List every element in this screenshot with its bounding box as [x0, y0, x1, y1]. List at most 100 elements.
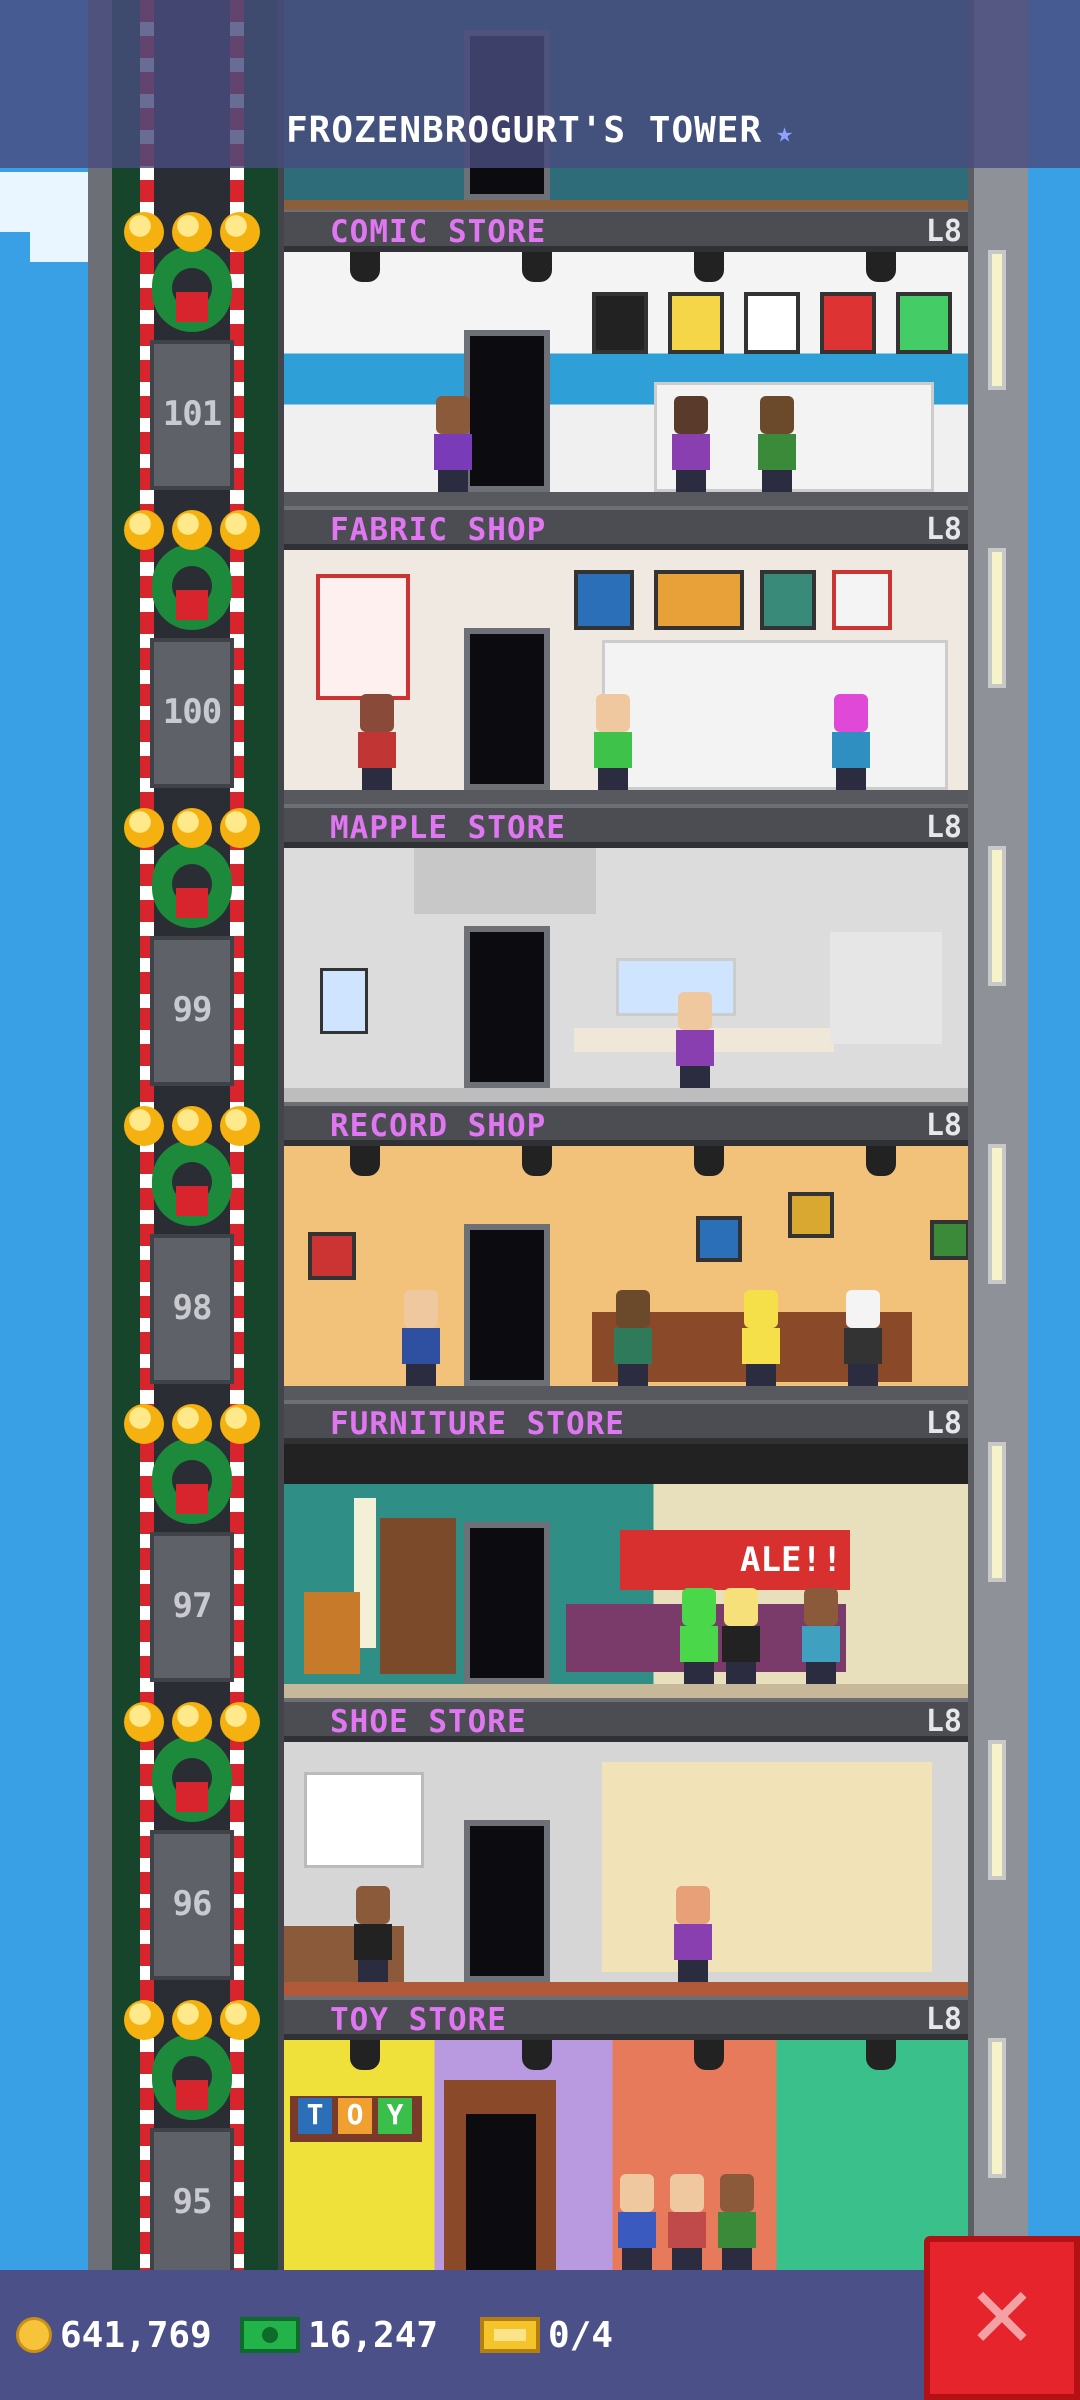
floor-name: FABRIC SHOP [330, 512, 547, 548]
star-icon [124, 808, 164, 848]
armchair [304, 1592, 360, 1674]
ceiling-lamp [522, 1146, 552, 1176]
star-icon [172, 510, 212, 550]
star-icon [220, 1702, 260, 1742]
bitizen-worker [672, 992, 718, 1088]
bux-icon [240, 2317, 300, 2353]
toy-letter: O [338, 2098, 372, 2134]
floor-level: L8 [925, 1406, 962, 1441]
comic-poster [744, 292, 800, 354]
bitizen-customer [668, 396, 714, 492]
coins-stat[interactable]: 641,769 [16, 2298, 212, 2372]
resource-bar: 641,769 16,247 0/4 [0, 2270, 1080, 2400]
floor-ground [284, 790, 968, 804]
elevator-car[interactable]: 100 [150, 638, 234, 788]
room-comic-store [284, 252, 968, 506]
door [464, 628, 550, 790]
elevator-floor-number: 96 [172, 1884, 213, 1924]
bitizen-worker [350, 1886, 396, 1982]
toy-letter: Y [378, 2098, 412, 2134]
room-fabric-store [284, 550, 968, 804]
record-poster [788, 1192, 834, 1238]
rail-light [988, 548, 1006, 688]
wreath-decoration [124, 1106, 260, 1230]
door [464, 330, 550, 492]
toy-letter: T [298, 2098, 332, 2134]
floor-toy-store[interactable]: TOY STORE L8 T O Y [284, 2000, 968, 2298]
ceiling-lamp [694, 2040, 724, 2070]
floor-name: COMIC STORE [330, 214, 547, 250]
tickets-stat[interactable]: 0/4 [480, 2298, 613, 2372]
bitizen-worker [610, 1290, 656, 1386]
floor-record-shop[interactable]: RECORD SHOP L8 [284, 1106, 968, 1404]
floor-shoe-store[interactable]: SHOE STORE L8 [284, 1702, 968, 2000]
fabric-swatch [760, 570, 816, 630]
star-icon [124, 212, 164, 252]
star-icon [220, 1106, 260, 1146]
floor-ground [284, 492, 968, 506]
elevator-floor-number: 95 [172, 2182, 213, 2222]
elevator-car[interactable]: 101 [150, 340, 234, 490]
room-toy-store: T O Y [284, 2040, 968, 2270]
star-icon [172, 1404, 212, 1444]
fabric-swatch [574, 570, 634, 630]
floor-sign: COMIC STORE L8 [284, 212, 968, 252]
star-icon [124, 1404, 164, 1444]
bitizen-customer [398, 1290, 444, 1386]
comic-poster [820, 292, 876, 354]
elevator-floor-number: 98 [172, 1288, 213, 1328]
bitizen-customer [714, 2174, 760, 2270]
star-icon [172, 808, 212, 848]
elevator-floor-number: 99 [172, 990, 213, 1030]
comic-poster [896, 292, 952, 354]
ticket-icon [480, 2317, 540, 2353]
elevator-floor-number: 101 [162, 394, 222, 434]
elevator-car[interactable]: 96 [150, 1830, 234, 1980]
sale-banner: ALE!! [620, 1530, 850, 1590]
floor-fabric-shop[interactable]: FABRIC SHOP L8 [284, 510, 968, 808]
record-poster [930, 1220, 968, 1260]
floor-mapple-store[interactable]: MAPPLE STORE L8 [284, 808, 968, 1106]
bitizen-worker [590, 694, 636, 790]
rail-light [988, 250, 1006, 390]
bitizen-customer [354, 694, 400, 790]
floor-level: L8 [925, 1704, 962, 1739]
floor-sign: RECORD SHOP L8 [284, 1106, 968, 1146]
floor-sign: FABRIC SHOP L8 [284, 510, 968, 550]
ceiling-lamp [522, 252, 552, 282]
floor-comic-store[interactable]: COMIC STORE L8 [284, 212, 968, 510]
toy-shelves [814, 2080, 954, 2170]
mapple-logo-panel [414, 848, 596, 914]
toy-sign: T O Y [290, 2096, 422, 2142]
kiosk-screen [320, 968, 368, 1034]
floor-sign: TOY STORE L8 [284, 2000, 968, 2040]
elevator-floor-number: 100 [162, 692, 222, 732]
room-mapple-store [284, 848, 968, 1102]
floor-level: L8 [925, 214, 962, 249]
floor-name: SHOE STORE [330, 1704, 527, 1740]
door [464, 1820, 550, 1982]
comic-poster [668, 292, 724, 354]
rail-light [988, 1740, 1006, 1880]
close-button[interactable]: ✕ [924, 2236, 1080, 2400]
floor-name: FURNITURE STORE [330, 1406, 625, 1442]
bookcase [380, 1518, 456, 1674]
floor-furniture-store[interactable]: FURNITURE STORE L8 ALE!! [284, 1404, 968, 1702]
elevator-car[interactable]: 95 [150, 2128, 234, 2278]
elevator-car[interactable]: 99 [150, 936, 234, 1086]
bitizen-customer [798, 1588, 844, 1684]
star-icon [124, 1702, 164, 1742]
floor-name: MAPPLE STORE [330, 810, 566, 846]
star-icon [220, 808, 260, 848]
wreath-decoration [124, 1702, 260, 1826]
elevator-car[interactable]: 97 [150, 1532, 234, 1682]
bux-stat[interactable]: 16,247 [240, 2298, 438, 2372]
door [464, 926, 550, 1088]
ceiling-lamp [522, 2040, 552, 2070]
wreath-decoration [124, 212, 260, 336]
elevator-car[interactable]: 98 [150, 1234, 234, 1384]
floor-ground [284, 1386, 968, 1400]
wreath-decoration [124, 1404, 260, 1528]
comic-poster [592, 292, 648, 354]
tower-title-text: FROZENBROGURT'S TOWER [285, 110, 763, 151]
